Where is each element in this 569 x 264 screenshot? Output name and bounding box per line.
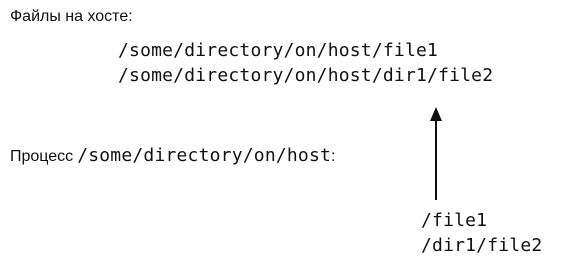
process-colon: : xyxy=(331,148,336,165)
process-root-path: /some/directory/on/host xyxy=(77,145,332,166)
process-label: Процесс xyxy=(10,148,74,165)
host-file-path: /some/directory/on/host/file1 xyxy=(118,40,439,61)
host-files-label: Файлы на хосте: xyxy=(10,8,133,25)
up-arrow-icon xyxy=(430,107,442,200)
process-line: Процесс /some/directory/on/host: xyxy=(10,145,336,166)
arrow-head xyxy=(430,107,442,121)
process-view-path: /dir1/file2 xyxy=(421,235,543,256)
host-file-path: /some/directory/on/host/dir1/file2 xyxy=(118,65,494,86)
process-view-path: /file1 xyxy=(421,210,488,231)
